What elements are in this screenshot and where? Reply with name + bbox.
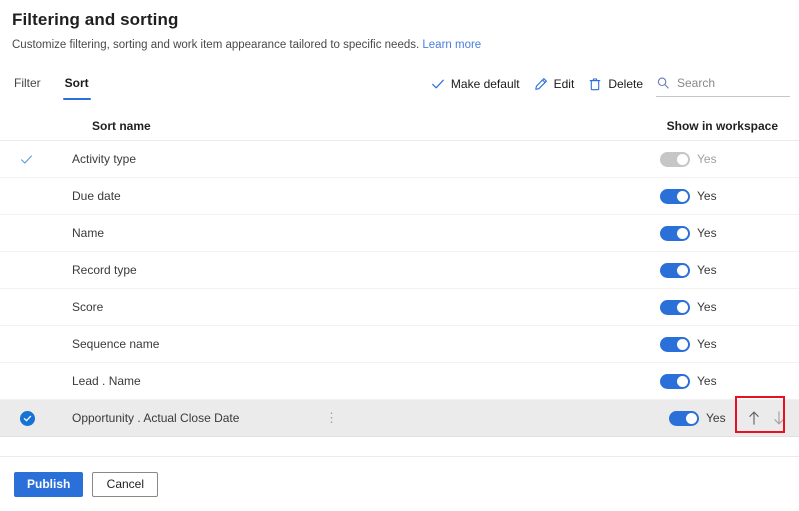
default-sort-checkmark-icon: [20, 153, 33, 166]
footer-action-bar: Publish Cancel: [0, 456, 799, 511]
row-sort-name: Opportunity . Actual Close Date: [72, 411, 240, 425]
toggle-value-label: Yes: [697, 189, 717, 203]
row-show-in-workspace-cell: Yes: [660, 252, 799, 288]
page-title: Filtering and sorting: [12, 10, 179, 29]
delete-label: Delete: [608, 77, 643, 91]
page-subtitle: Customize filtering, sorting and work it…: [12, 37, 799, 53]
show-in-workspace-toggle[interactable]: [660, 225, 690, 241]
row-show-in-workspace-cell: Yes: [660, 215, 799, 251]
command-bar: Make default Edit Delete Search: [424, 72, 790, 97]
sort-table: Sort name Show in workspace Activity typ…: [0, 111, 799, 437]
delete-button[interactable]: Delete: [581, 74, 650, 94]
table-header-row: Sort name Show in workspace: [0, 111, 799, 141]
row-show-in-workspace-cell: Yes: [660, 178, 799, 214]
table-row[interactable]: Lead . Name Yes: [0, 363, 799, 400]
toggle-knob: [677, 375, 688, 387]
page-header: Filtering and sorting Customize filterin…: [0, 0, 799, 53]
table-row[interactable]: Due date Yes: [0, 178, 799, 215]
trash-icon: [588, 77, 602, 91]
toggle-value-label: Yes: [697, 374, 717, 388]
table-row[interactable]: Opportunity . Actual Close Date ⋮ Yes: [0, 400, 799, 437]
table-row[interactable]: Sequence name Yes: [0, 326, 799, 363]
row-show-in-workspace-cell: Yes: [660, 363, 799, 399]
row-sort-name: Sequence name: [72, 337, 160, 351]
show-in-workspace-toggle[interactable]: [660, 299, 690, 315]
learn-more-link[interactable]: Learn more: [422, 39, 481, 51]
column-header-show-in-workspace: Show in workspace: [666, 118, 778, 133]
table-body: Activity type Yes Due date Yes Name Yes Record…: [0, 141, 799, 437]
row-more-options-cell[interactable]: ⋮: [302, 410, 362, 426]
toggle-knob: [677, 190, 688, 202]
row-checkbox-checked-icon[interactable]: [20, 410, 35, 426]
search-placeholder: Search: [677, 75, 716, 90]
make-default-label: Make default: [450, 77, 520, 91]
show-in-workspace-toggle[interactable]: [660, 373, 690, 389]
more-vertical-icon[interactable]: ⋮: [325, 410, 339, 426]
row-show-in-workspace-cell: Yes: [669, 400, 799, 436]
table-row[interactable]: Name Yes: [0, 215, 799, 252]
cancel-button[interactable]: Cancel: [92, 471, 159, 497]
row-show-in-workspace-cell: Yes: [660, 289, 799, 325]
row-show-in-workspace-cell: Yes: [660, 326, 799, 362]
table-row[interactable]: Activity type Yes: [0, 141, 799, 178]
row-sort-name: Name: [72, 226, 105, 240]
move-down-arrow-icon[interactable]: [771, 409, 787, 427]
toggle-value-label: Yes: [697, 152, 717, 166]
checkmark-icon: [431, 77, 445, 91]
row-sort-name: Record type: [72, 263, 137, 277]
page-subtitle-text: Customize filtering, sorting and work it…: [12, 39, 420, 51]
edit-label: Edit: [553, 77, 575, 91]
row-select-cell[interactable]: [0, 410, 70, 426]
toggle-knob: [677, 153, 688, 165]
table-row[interactable]: Record type Yes: [0, 252, 799, 289]
toggle-knob: [677, 301, 688, 313]
search-input[interactable]: Search: [656, 72, 790, 97]
publish-button[interactable]: Publish: [14, 471, 84, 497]
row-reorder-controls: [742, 409, 791, 427]
show-in-workspace-toggle[interactable]: [669, 410, 699, 426]
edit-button[interactable]: Edit: [527, 74, 582, 94]
make-default-button[interactable]: Make default: [424, 74, 527, 94]
row-sort-name: Due date: [72, 189, 121, 203]
move-up-arrow-icon[interactable]: [746, 409, 762, 427]
toggle-knob: [686, 412, 697, 424]
column-header-sort-name: Sort name: [92, 118, 151, 133]
show-in-workspace-toggle[interactable]: [660, 336, 690, 352]
tab-list: Filter Sort: [12, 72, 91, 100]
toggle-value-label: Yes: [697, 337, 717, 351]
row-sort-name: Score: [72, 300, 104, 314]
pencil-icon: [534, 77, 548, 91]
row-show-in-workspace-cell: Yes: [660, 141, 799, 177]
tab-sort[interactable]: Sort: [62, 72, 91, 100]
show-in-workspace-toggle[interactable]: [660, 188, 690, 204]
toggle-knob: [677, 338, 688, 350]
row-select-cell[interactable]: [0, 153, 70, 166]
command-row: Filter Sort Make default Edit Delete Sea…: [0, 72, 799, 105]
search-icon: [656, 76, 670, 90]
toggle-knob: [677, 264, 688, 276]
toggle-value-label: Yes: [697, 263, 717, 277]
tab-filter-label: Filter: [14, 76, 41, 90]
toggle-knob: [677, 227, 688, 239]
tab-sort-label: Sort: [64, 76, 89, 90]
show-in-workspace-toggle[interactable]: [660, 262, 690, 278]
toggle-value-label: Yes: [706, 411, 726, 425]
toggle-value-label: Yes: [697, 226, 717, 240]
table-row[interactable]: Score Yes: [0, 289, 799, 326]
row-sort-name: Lead . Name: [72, 374, 141, 388]
toggle-value-label: Yes: [697, 300, 717, 314]
tab-filter[interactable]: Filter: [12, 72, 43, 100]
row-sort-name: Activity type: [72, 152, 137, 166]
show-in-workspace-toggle: [660, 151, 690, 167]
